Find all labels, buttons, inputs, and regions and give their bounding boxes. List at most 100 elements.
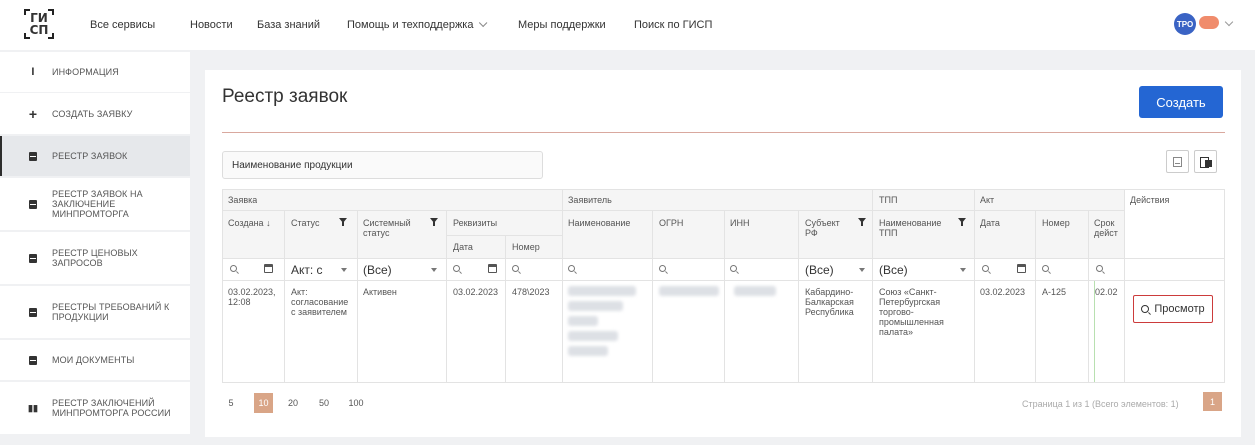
info-icon: i [31, 66, 35, 78]
divider [222, 132, 1225, 133]
nav-news[interactable]: Новости [190, 0, 233, 50]
top-header: ГИ СП Все сервисы Новости База знаний По… [0, 0, 1255, 50]
search-icon[interactable] [512, 265, 519, 272]
cell-status: Акт: согласование с заявителем [291, 287, 349, 317]
search-icon[interactable] [659, 265, 666, 272]
col-header-act-number[interactable]: Номер [1042, 218, 1070, 228]
chevron-down-icon[interactable] [431, 268, 437, 272]
search-icon[interactable] [1042, 265, 1049, 272]
theme-toggle[interactable] [1199, 16, 1219, 29]
redacted-text [568, 331, 618, 341]
sidebar: i Информация + Создать заявку Реестр зая… [0, 52, 190, 445]
page-size-10[interactable]: 10 [254, 393, 273, 413]
col-header-created[interactable]: Создана ↓ [228, 218, 284, 228]
col-header-number[interactable]: Номер [512, 242, 540, 252]
system-status-filter-select[interactable]: (Все) [363, 263, 392, 277]
cell-tpp: Союз «Санкт-Петербургская торгово-промыш… [879, 287, 944, 337]
sidebar-item-label: Мои документы [52, 355, 135, 365]
view-button[interactable]: Просмотр [1133, 295, 1213, 323]
col-header-subject[interactable]: Субъект РФ [805, 218, 841, 238]
sidebar-item-info[interactable]: i Информация [0, 52, 190, 92]
export-button[interactable] [1166, 150, 1189, 173]
chevron-down-icon[interactable] [859, 268, 865, 272]
cell-created: 03.02.2023, 12:08 [228, 287, 276, 307]
col-header-term[interactable]: Срок дейст [1094, 218, 1122, 238]
filter-icon[interactable] [430, 218, 438, 226]
nav-gisp-search[interactable]: Поиск по ГИСП [634, 0, 712, 50]
document-icon [26, 253, 40, 263]
plus-icon: + [28, 105, 38, 122]
create-button[interactable]: Создать [1139, 86, 1223, 118]
columns-icon [1199, 156, 1212, 168]
group-header-act: Акт [980, 195, 995, 205]
filter-icon[interactable] [858, 218, 866, 226]
sidebar-item-conclusion-requests[interactable]: Реестр заявок на заключение Минпромторга [0, 178, 190, 230]
col-header-act-date[interactable]: Дата [980, 218, 1000, 228]
nav-help-support[interactable]: Помощь и техподдержка [347, 0, 488, 50]
page-size-5[interactable]: 5 [226, 393, 236, 413]
columns-button[interactable] [1194, 150, 1217, 173]
col-header-inn[interactable]: ИНН [730, 218, 749, 228]
search-icon[interactable] [1096, 265, 1103, 272]
books-icon: ▮▮ [27, 403, 39, 413]
search-icon[interactable] [730, 265, 737, 272]
page-size-20[interactable]: 20 [286, 393, 300, 413]
col-header-system-status[interactable]: Системный статус [363, 218, 413, 238]
search-icon[interactable] [230, 265, 237, 272]
redacted-text [659, 286, 719, 296]
chevron-down-icon[interactable] [341, 268, 347, 272]
sidebar-item-label: Реестры требований к продукции [52, 302, 170, 322]
redacted-text [568, 316, 598, 326]
document-icon [26, 355, 40, 365]
cell-date: 03.02.2023 [453, 287, 499, 297]
page-size-100[interactable]: 100 [346, 393, 366, 413]
subject-filter-select[interactable]: (Все) [805, 263, 834, 277]
sidebar-item-product-requirements[interactable]: Реестры требований к продукции [0, 286, 190, 338]
filter-icon[interactable] [339, 218, 347, 226]
col-header-date[interactable]: Дата [453, 242, 473, 252]
search-icon[interactable] [568, 265, 575, 272]
status-filter-select[interactable]: Акт: с [291, 263, 323, 277]
calendar-icon[interactable] [488, 264, 497, 273]
gisp-logo[interactable]: ГИ СП [24, 9, 54, 39]
sidebar-item-label: Реестр заявок на заключение Минпромторга [52, 189, 143, 219]
calendar-icon[interactable] [264, 264, 273, 273]
sidebar-item-label: Создать заявку [52, 108, 133, 119]
nav-knowledge-base[interactable]: База знаний [257, 0, 320, 50]
avatar[interactable]: ТРО [1174, 13, 1196, 35]
redacted-text [734, 286, 776, 296]
cell-system-status: Активен [363, 287, 397, 297]
sidebar-item-price-requests[interactable]: Реестр ценовых запросов [0, 232, 190, 284]
search-input[interactable]: Наименование продукции [222, 151, 543, 179]
col-header-tpp-name[interactable]: Наименование ТПП [879, 218, 943, 238]
col-header-name[interactable]: Наименование [568, 218, 630, 228]
page-info: Страница 1 из 1 (Всего элементов: 1) [1022, 399, 1179, 409]
sidebar-item-label: Реестр заявок [52, 151, 128, 161]
search-icon[interactable] [982, 265, 989, 272]
col-header-status[interactable]: Статус [291, 218, 331, 228]
search-icon[interactable] [453, 265, 460, 272]
nav-all-services[interactable]: Все сервисы [90, 0, 155, 50]
page-button-1[interactable]: 1 [1203, 392, 1222, 411]
tpp-filter-select[interactable]: (Все) [879, 263, 908, 277]
document-icon [26, 199, 40, 209]
sidebar-item-my-documents[interactable]: Мои документы [0, 340, 190, 380]
nav-support-measures[interactable]: Меры поддержки [518, 0, 606, 50]
sidebar-item-minprom-conclusions[interactable]: ▮▮ Реестр заключений Минпромторга России [0, 382, 190, 434]
chevron-down-icon[interactable] [960, 268, 966, 272]
sidebar-item-label: Информация [52, 67, 119, 77]
page-size-50[interactable]: 50 [317, 393, 331, 413]
calendar-icon[interactable] [1017, 264, 1026, 273]
sidebar-item-registry[interactable]: Реестр заявок [0, 136, 190, 176]
group-header-tpp: ТПП [879, 195, 898, 205]
filter-icon[interactable] [958, 218, 966, 226]
col-header-requisites: Реквизиты [453, 218, 498, 228]
chevron-down-icon [479, 18, 488, 28]
search-icon [1141, 305, 1150, 313]
chevron-down-icon[interactable] [1224, 17, 1234, 27]
group-header-request: Заявка [228, 195, 258, 205]
group-header-applicant: Заявитель [568, 195, 612, 205]
col-header-ogrn[interactable]: ОГРН [659, 218, 683, 228]
sidebar-item-label: Реестр ценовых запросов [52, 248, 138, 268]
sidebar-item-create[interactable]: + Создать заявку [0, 93, 190, 134]
